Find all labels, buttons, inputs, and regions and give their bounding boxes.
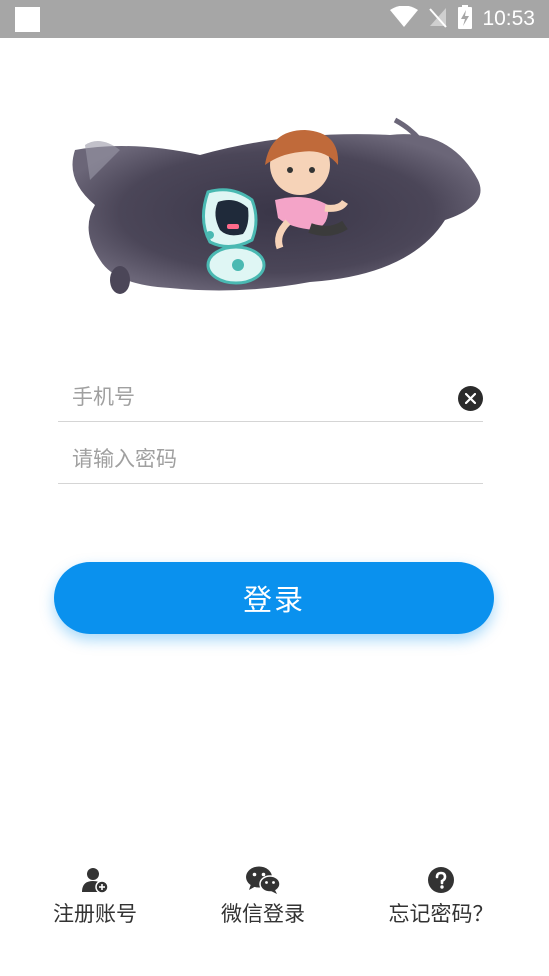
password-field-container: [58, 434, 483, 484]
forgot-password-label: 忘记密码？: [388, 902, 494, 926]
status-bar-right: 10:53: [390, 0, 535, 38]
phone-input[interactable]: [72, 372, 452, 421]
battery-charging-icon: [458, 5, 473, 33]
add-user-icon: [81, 864, 109, 896]
wechat-login-label: 微信登录: [221, 902, 305, 926]
no-signal-icon: [428, 6, 448, 32]
question-icon: [427, 864, 455, 896]
notification-square-icon: [15, 7, 40, 32]
register-account-label: 注册账号: [53, 902, 137, 926]
wechat-login-button[interactable]: 微信登录: [188, 864, 338, 934]
clear-icon[interactable]: [458, 386, 483, 411]
wechat-icon: [245, 864, 281, 896]
login-button[interactable]: 登录: [54, 562, 494, 634]
cartoon-boy-with-robot-illustration: [60, 110, 490, 310]
phone-field-container: [58, 372, 483, 422]
register-account-button[interactable]: 注册账号: [20, 864, 170, 934]
forgot-password-button[interactable]: 忘记密码？: [366, 864, 516, 934]
wifi-icon: [390, 5, 419, 32]
status-time: 10:53: [482, 7, 535, 30]
password-input[interactable]: [72, 434, 452, 483]
status-bar: 10:53: [0, 0, 549, 38]
